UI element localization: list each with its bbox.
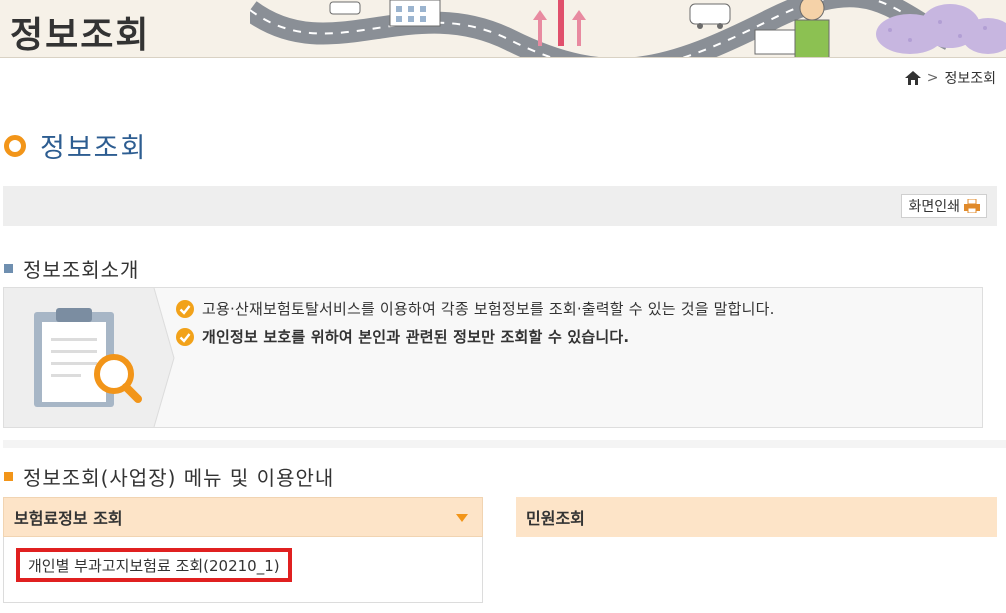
print-button-label: 화면인쇄	[908, 199, 960, 215]
section-bullet-icon	[4, 472, 13, 481]
panel-body: 개인별 부과고지보험료 조회(20210_1)	[3, 537, 483, 603]
intro-line: 고용·산재보험토탈서비스를 이용하여 각종 보험정보를 조회·출력할 수 있는 …	[176, 298, 775, 319]
intro-lines: 고용·산재보험토탈서비스를 이용하여 각종 보험정보를 조회·출력할 수 있는 …	[176, 298, 775, 354]
panel-header[interactable]: 민원조회	[516, 497, 997, 537]
intro-heading: 정보조회소개	[4, 254, 139, 283]
menu-section-heading-text: 정보조회(사업장) 메뉴 및 이용안내	[23, 466, 335, 490]
menu-item-individual-premium[interactable]: 개인별 부과고지보험료 조회(20210_1)	[16, 548, 292, 582]
check-icon	[176, 299, 194, 318]
print-button[interactable]: 화면인쇄	[901, 194, 987, 218]
printer-icon	[964, 199, 980, 213]
section-divider	[3, 440, 1006, 448]
panel-civil-petition: 민원조회	[516, 497, 997, 537]
menu-section-heading: 정보조회(사업장) 메뉴 및 이용안내	[4, 462, 334, 491]
breadcrumb-current[interactable]: 정보조회	[944, 68, 996, 88]
title-bullet-icon	[4, 134, 26, 157]
panel-header[interactable]: 보험료정보 조회	[3, 497, 483, 537]
home-icon[interactable]	[904, 71, 921, 85]
top-banner: 정보조회	[0, 0, 1006, 58]
panel-title: 보험료정보 조회	[14, 509, 123, 528]
banner-title: 정보조회	[10, 15, 151, 56]
page-title-area: 정보조회	[4, 126, 147, 165]
intro-line-text: 개인정보 보호를 위하여 본인과 관련된 정보만 조회할 수 있습니다.	[202, 328, 630, 346]
panel-title: 민원조회	[526, 509, 585, 528]
clipboard-magnifier-icon	[4, 288, 175, 427]
section-bullet-icon	[4, 264, 13, 273]
banner-illustration	[250, 0, 1006, 57]
page-title: 정보조회	[40, 133, 148, 164]
intro-line: 개인정보 보호를 위하여 본인과 관련된 정보만 조회할 수 있습니다.	[176, 326, 775, 347]
panel-insurance-info: 보험료정보 조회 개인별 부과고지보험료 조회(20210_1)	[3, 497, 483, 603]
intro-box: 고용·산재보험토탈서비스를 이용하여 각종 보험정보를 조회·출력할 수 있는 …	[3, 287, 983, 428]
menu-item-label: 개인별 부과고지보험료 조회(20210_1)	[28, 556, 280, 575]
intro-heading-text: 정보조회소개	[23, 258, 140, 282]
toolbar: 화면인쇄	[3, 186, 997, 226]
check-icon	[176, 327, 194, 346]
breadcrumb: > 정보조회	[904, 68, 996, 88]
intro-line-text: 고용·산재보험토탈서비스를 이용하여 각종 보험정보를 조회·출력할 수 있는 …	[202, 300, 775, 318]
breadcrumb-separator: >	[926, 70, 939, 86]
caret-down-icon[interactable]	[456, 514, 468, 522]
